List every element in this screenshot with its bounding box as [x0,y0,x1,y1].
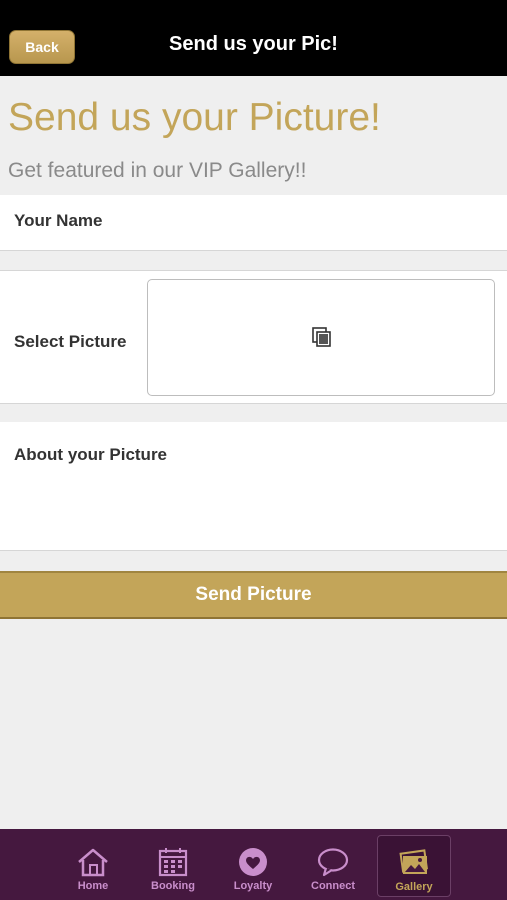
form-heading: Send us your Picture! [8,96,381,139]
tab-home[interactable]: Home [56,835,130,897]
your-name-label: Your Name [14,211,103,230]
tab-booking-label: Booking [151,880,195,892]
your-name-field[interactable]: Your Name [0,195,507,251]
tab-gallery[interactable]: Gallery [377,835,451,897]
send-picture-button[interactable]: Send Picture [0,571,507,619]
calendar-icon [158,848,188,877]
about-picture-field[interactable]: About your Picture [0,422,507,551]
tab-connect-label: Connect [311,880,355,892]
heart-icon [239,848,267,876]
tab-booking[interactable]: Booking [136,835,210,897]
tab-home-label: Home [77,880,109,892]
page-title: Send us your Pic! [169,33,338,55]
tab-loyalty[interactable]: Loyalty [216,835,290,897]
tab-connect[interactable]: Connect [296,835,370,897]
form-subheading: Get featured in our VIP Gallery!! [8,159,307,182]
select-picture-label: Select Picture [14,332,127,351]
chat-bubble-icon [317,848,349,877]
select-picture-row: Select Picture [0,270,507,404]
tab-loyalty-label: Loyalty [233,880,273,892]
bottom-tab-bar: Home Booking Loyalty Connect Gallery [0,829,507,900]
copy-icon [312,327,331,347]
picture-picker[interactable] [147,279,495,396]
home-icon [78,848,108,877]
about-picture-label: About your Picture [14,445,168,464]
tab-gallery-label: Gallery [395,881,433,893]
top-bar: Back Send us your Pic! [0,0,507,76]
pictures-icon [399,849,428,874]
